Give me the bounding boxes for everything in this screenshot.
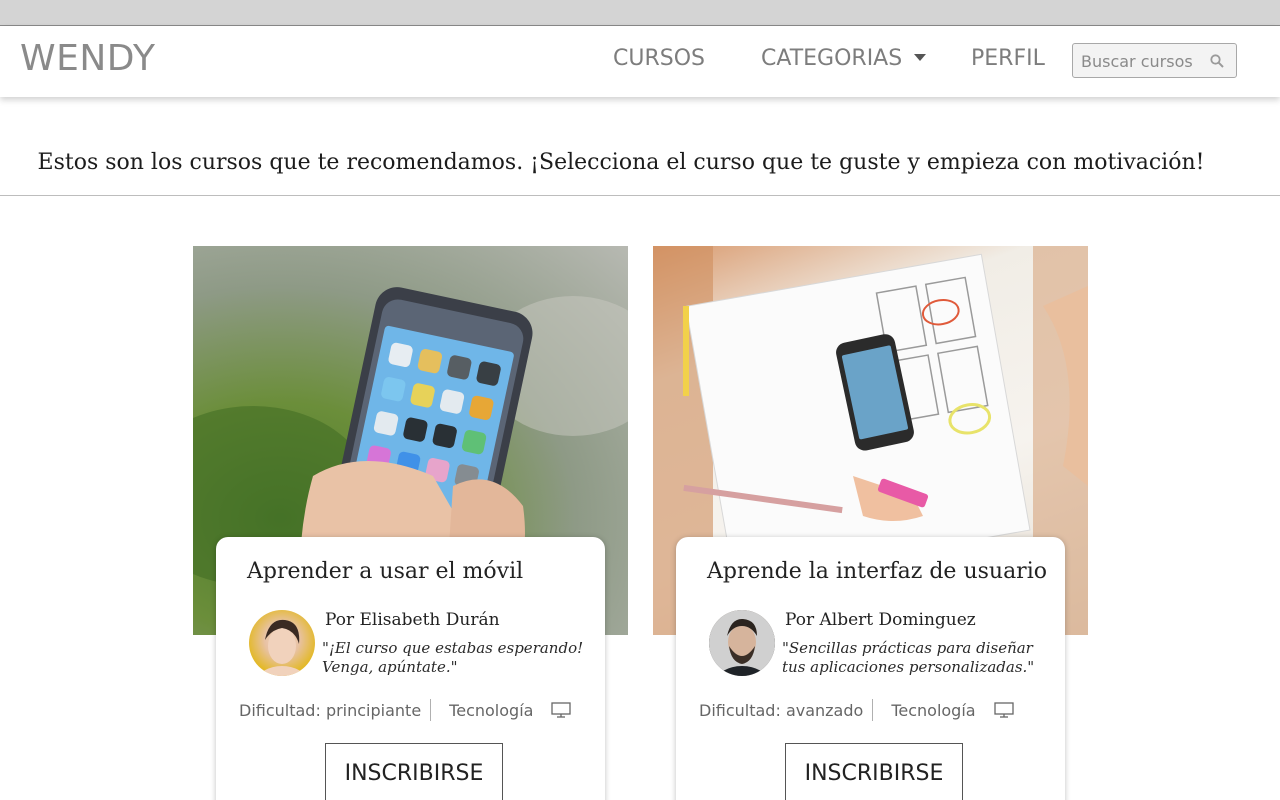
brand-logo[interactable]: WENDY <box>20 38 156 79</box>
course-card: Aprender a usar el móvil Por Elisabeth D… <box>216 537 605 800</box>
avatar <box>249 610 315 676</box>
course-author: Por Elisabeth Durán <box>325 610 500 630</box>
monitor-icon <box>993 702 1014 718</box>
course-title[interactable]: Aprender a usar el móvil <box>247 559 523 584</box>
search-input[interactable] <box>1081 50 1201 72</box>
course-meta: Dificultad: avanzado Tecnología <box>699 699 1014 721</box>
course-category: Tecnología <box>449 700 534 720</box>
navbar: WENDY CURSOS CATEGORIAS PERFIL <box>0 26 1280 97</box>
page-tagline: Estos son los cursos que te recomendamos… <box>37 150 1205 175</box>
search-icon[interactable] <box>1210 54 1224 68</box>
course-quote: "Sencillas prácticas para diseñar tus ap… <box>782 639 1035 676</box>
author-portrait <box>259 619 305 676</box>
meta-divider <box>430 699 432 721</box>
course-category: Tecnología <box>891 700 976 720</box>
nav-perfil[interactable]: PERFIL <box>971 46 1045 71</box>
nav-categorias-label: CATEGORIAS <box>761 46 903 71</box>
enroll-button[interactable]: INSCRIBIRSE <box>785 743 963 800</box>
course-author: Por Albert Dominguez <box>785 610 976 630</box>
course-card: Aprende la interfaz de usuario Por Alber… <box>676 537 1065 800</box>
enroll-button[interactable]: INSCRIBIRSE <box>325 743 503 800</box>
browser-top-strip <box>0 0 1280 26</box>
divider <box>0 195 1280 196</box>
nav-categorias-dropdown[interactable]: CATEGORIAS <box>761 46 927 71</box>
nav-cursos[interactable]: CURSOS <box>613 46 705 71</box>
course-difficulty: Dificultad: principiante <box>239 700 422 720</box>
avatar <box>709 610 775 676</box>
course-difficulty: Dificultad: avanzado <box>699 700 864 720</box>
chevron-down-icon <box>914 53 927 61</box>
course-meta: Dificultad: principiante Tecnología <box>239 699 572 721</box>
search-box <box>1072 43 1237 78</box>
author-portrait <box>709 610 775 676</box>
course-quote: "¡El curso que estabas esperando! Venga,… <box>322 639 584 676</box>
monitor-icon <box>551 702 572 718</box>
course-title[interactable]: Aprende la interfaz de usuario <box>707 559 1047 584</box>
meta-divider <box>872 699 874 721</box>
